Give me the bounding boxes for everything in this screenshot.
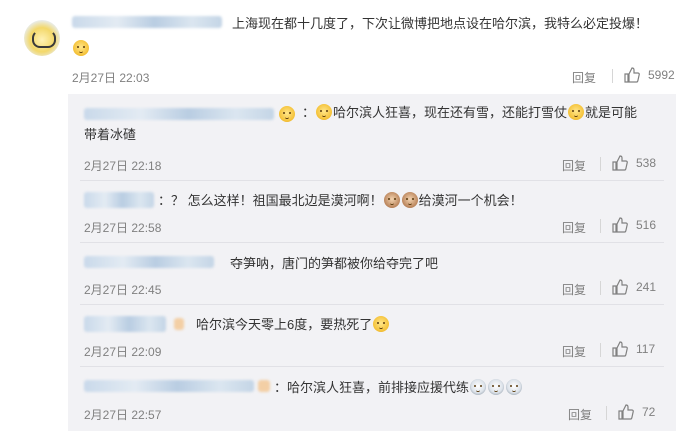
doge-emoji-icon xyxy=(73,40,89,56)
main-like-button[interactable]: 5992 xyxy=(624,67,675,83)
main-reply-button[interactable]: 回复 xyxy=(572,69,596,86)
main-comment: 上海现在都十几度了，下次让微博把地点设在哈尔滨，我特么必定投爆！ 2月27日 2… xyxy=(0,0,692,90)
main-comment-time: 2月27日 22:03 xyxy=(72,71,150,85)
cat-emoji-icon xyxy=(401,192,418,208)
like-count: 72 xyxy=(642,405,656,419)
reply-text: ：哈尔滨人狂喜，前排接应援代练 xyxy=(274,377,523,396)
main-like-count: 5992 xyxy=(648,68,675,82)
reply-item: ：？ 怎么这样！祖国最北边是漠河啊！ 给漠河一个机会！ 2月27日 22:58 回… xyxy=(80,180,664,243)
reply-text: 哈尔滨今天零上6度，要热死了 xyxy=(196,314,390,333)
reply-time: 2月27日 22:09 xyxy=(84,345,162,359)
avatar-face xyxy=(32,30,56,48)
blurred-username[interactable] xyxy=(84,316,166,332)
divider xyxy=(600,157,601,171)
thumbs-up-icon xyxy=(612,217,628,233)
doge-emoji-icon xyxy=(373,316,390,332)
thumbs-up-icon xyxy=(612,155,628,171)
like-button[interactable]: 538 xyxy=(612,155,656,171)
masked-face-emoji-icon xyxy=(506,379,523,395)
badge-icon xyxy=(174,318,184,330)
thumbs-up-icon xyxy=(618,404,634,420)
divider xyxy=(612,69,613,83)
doge-emoji-icon xyxy=(568,104,585,120)
like-button[interactable]: 117 xyxy=(612,341,655,357)
masked-face-emoji-icon xyxy=(488,379,505,395)
reply-item: 哈尔滨今天零上6度，要热死了 2月27日 22:09 回复 117 xyxy=(80,304,664,367)
thumbs-up-icon xyxy=(612,279,628,295)
reply-item: ：哈尔滨人狂喜，现在还有雪，还能打雪仗 就是可能 带着冰碴 2月27日 22:18 … xyxy=(80,94,664,181)
masked-face-emoji-icon xyxy=(470,379,487,395)
thumbs-up-icon xyxy=(624,67,640,83)
reply-text: 夺笋呐，唐门的笋都被你给夺完了吧 xyxy=(230,256,439,271)
like-count: 241 xyxy=(636,280,657,294)
reply-time: 2月27日 22:57 xyxy=(84,408,162,422)
reply-item: 夺笋呐，唐门的笋都被你给夺完了吧 2月27日 22:45 回复 241 xyxy=(80,242,664,305)
reply-button[interactable]: 回复 xyxy=(562,281,586,298)
divider xyxy=(606,406,607,420)
like-button[interactable]: 516 xyxy=(612,217,656,233)
thumbs-up-icon xyxy=(612,341,628,357)
like-button[interactable]: 72 xyxy=(618,404,655,420)
main-comment-text: 上海现在都十几度了，下次让微博把地点设在哈尔滨，我特么必定投爆！ xyxy=(232,16,649,31)
user-avatar[interactable] xyxy=(24,20,60,56)
blurred-username[interactable] xyxy=(72,16,222,28)
reply-text: ：？ 怎么这样！祖国最北边是漠河啊！ 给漠河一个机会！ xyxy=(158,192,523,208)
doge-emoji-icon xyxy=(316,104,333,120)
divider xyxy=(600,343,601,357)
like-button[interactable]: 241 xyxy=(612,279,656,295)
reply-time: 2月27日 22:58 xyxy=(84,221,162,235)
reply-button[interactable]: 回复 xyxy=(562,219,586,236)
badge-icon xyxy=(258,380,270,392)
reply-item: ：哈尔滨人狂喜，前排接应援代练 2月27日 22:57 回复 72 xyxy=(80,366,664,431)
blurred-username[interactable] xyxy=(84,256,214,268)
reply-button[interactable]: 回复 xyxy=(562,157,586,174)
blurred-username[interactable] xyxy=(84,192,154,208)
like-count: 117 xyxy=(636,342,656,356)
reply-time: 2月27日 22:45 xyxy=(84,283,162,297)
like-count: 538 xyxy=(636,156,657,170)
cat-emoji-icon xyxy=(383,192,400,208)
divider xyxy=(600,219,601,233)
replies-panel: ：哈尔滨人狂喜，现在还有雪，还能打雪仗 就是可能 带着冰碴 2月27日 22:18 … xyxy=(68,94,676,431)
divider xyxy=(600,281,601,295)
reply-button[interactable]: 回复 xyxy=(562,343,586,360)
reply-text: ：哈尔滨人狂喜，现在还有雪，还能打雪仗 就是可能 带着冰碴 xyxy=(84,104,638,142)
blurred-username[interactable] xyxy=(84,380,254,392)
reply-button[interactable]: 回复 xyxy=(568,406,592,423)
like-count: 516 xyxy=(636,218,657,232)
reply-time: 2月27日 22:18 xyxy=(84,159,162,173)
